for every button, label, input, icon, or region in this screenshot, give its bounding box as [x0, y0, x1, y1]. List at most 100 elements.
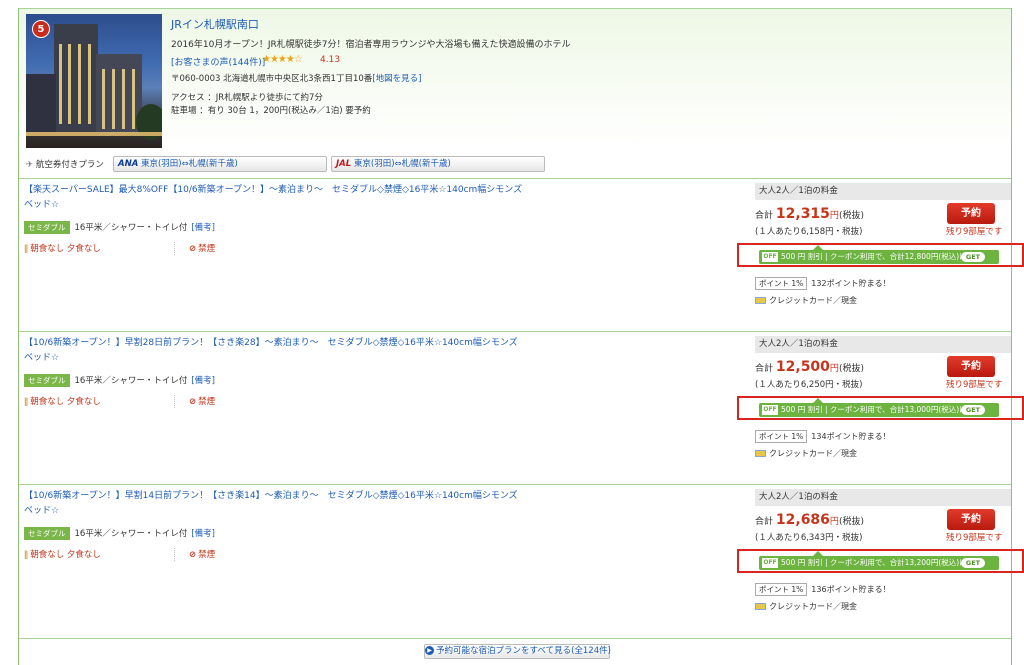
price-amount: 12,500: [775, 359, 830, 375]
hotel-header: 5 JRイン札幌駅南口 2016年10月オープン！JR札幌駅徒歩7分！宿泊者専用…: [19, 8, 1011, 178]
coupon-get-button[interactable]: GET: [961, 252, 985, 262]
ana-plan-button[interactable]: ANA 東京(羽田)⇔札幌(新千歳): [113, 156, 327, 172]
room-type-tag: セミダブル: [24, 221, 70, 234]
divider: [174, 395, 175, 408]
rank-badge: 5: [32, 20, 50, 38]
meal-text: 朝食なし 夕食なし: [30, 244, 101, 254]
meal-info: ǁ 朝食なし 夕食なし: [24, 395, 101, 407]
room-details: 16平米／シャワー・トイレ付: [74, 529, 188, 539]
ana-logo-icon: ANA: [118, 159, 139, 169]
star-rating-icon: ★★★★☆: [262, 54, 303, 65]
payment-text: クレジットカード／現金: [769, 602, 857, 611]
smoking-text: 禁煙: [198, 244, 216, 254]
coupon-text: 500 円 割引 | クーポン利用で、合計13,000円(税込)に！: [781, 405, 975, 414]
rooms-remaining: 残り9部屋です: [946, 533, 1003, 543]
arrow-right-icon: ▶: [425, 646, 434, 655]
hotel-access-info: アクセス ：JR札幌駅より徒歩にて約7分 駐車場 ：有り 30台 1，200円(…: [171, 92, 371, 118]
meal-text: 朝食なし 夕食なし: [30, 550, 101, 560]
coupon-get-button[interactable]: GET: [961, 405, 985, 415]
ana-route: 東京(羽田)⇔札幌(新千歳): [140, 159, 238, 169]
total-price: 合計 12,686円(税抜): [755, 512, 864, 528]
reserve-button[interactable]: 予約: [947, 356, 995, 377]
payment-text: クレジットカード／現金: [769, 296, 857, 305]
coupon-banner[interactable]: OFF 500 円 割引 | クーポン利用で、合計12,800円(税込)に！ GET: [759, 245, 999, 264]
coupon-banner[interactable]: OFF 500 円 割引 | クーポン利用で、合計13,000円(税込)に！ GET: [759, 398, 999, 417]
coupon-get-button[interactable]: GET: [961, 558, 985, 568]
room-info: セミダブル 16平米／シャワー・トイレ付 [備考]: [24, 221, 215, 234]
review-score: 4.13: [320, 55, 341, 65]
coupon-off-icon: OFF: [762, 252, 778, 262]
fork-knife-icon: ǁ: [24, 550, 29, 560]
notes-link[interactable]: [備考]: [191, 376, 215, 386]
room-details: 16平米／シャワー・トイレ付: [74, 223, 188, 233]
view-all-plans-button[interactable]: ▶ 予約可能な宿泊プランをすべて見る(全124件): [424, 644, 611, 659]
reserve-button[interactable]: 予約: [947, 203, 995, 224]
payment-info: クレジットカード／現金: [755, 448, 857, 459]
room-type-tag: セミダブル: [24, 527, 70, 540]
more-plans-bar: ▶ 予約可能な宿泊プランをすべて見る(全124件): [19, 638, 1011, 665]
jal-logo-icon: JAL: [336, 159, 352, 169]
coupon-text: 500 円 割引 | クーポン利用で、合計13,200円(税込)に！: [781, 558, 975, 567]
coupon-pointer: [813, 398, 823, 403]
price-amount: 12,315: [775, 206, 830, 222]
jal-route: 東京(羽田)⇔札幌(新千歳): [353, 159, 451, 169]
reserve-button[interactable]: 予約: [947, 509, 995, 530]
point-rate-tag: ポイント 1%: [755, 277, 808, 290]
notes-link[interactable]: [備考]: [191, 529, 215, 539]
meal-info: ǁ 朝食なし 夕食なし: [24, 548, 101, 560]
plan-row: 【10/6新築オープン！】早割28日前プラン！【さき楽28】～素泊まり～ セミダ…: [19, 331, 1024, 484]
hotel-address: 〒060-0003 北海道札幌市中央区北3条西1丁目10番[地図を見る]: [171, 72, 421, 84]
total-price: 合計 12,500円(税抜): [755, 359, 864, 375]
plan-row: 【10/6新築オープン！】早割14日前プラン！【さき楽14】～素泊まり～ セミダ…: [19, 484, 1024, 638]
point-rate-tag: ポイント 1%: [755, 583, 808, 596]
point-text: 134ポイント貯まる！: [811, 432, 891, 441]
total-price: 合計 12,315円(税抜): [755, 206, 864, 222]
fork-knife-icon: ǁ: [24, 244, 29, 254]
point-text: 136ポイント貯まる！: [811, 585, 891, 594]
price-amount: 12,686: [775, 512, 830, 528]
per-person-price: (１人あたり6,343円・税抜): [755, 533, 863, 543]
coupon-off-icon: OFF: [762, 405, 778, 415]
plan-title-link[interactable]: 【楽天スーパーSALE】最大8%OFF【10/6新築オープン！】～素泊まり～ セ…: [24, 183, 524, 213]
smoking-text: 禁煙: [198, 397, 216, 407]
address-text: 〒060-0003 北海道札幌市中央区北3条西1丁目10番: [171, 74, 373, 84]
no-smoking-icon: ⊘: [189, 550, 197, 560]
per-person-price: (１人あたり6,158円・税抜): [755, 227, 863, 237]
review-link[interactable]: [お客さまの声(144件)]: [171, 55, 265, 68]
rooms-remaining: 残り9部屋です: [946, 380, 1003, 390]
map-link[interactable]: [地図を見る]: [372, 74, 421, 84]
hotel-photo[interactable]: 5: [26, 14, 162, 148]
coupon-text: 500 円 割引 | クーポン利用で、合計12,800円(税込)に！: [781, 252, 975, 261]
payment-info: クレジットカード／現金: [755, 295, 857, 306]
jal-plan-button[interactable]: JAL 東京(羽田)⇔札幌(新千歳): [331, 156, 545, 172]
smoking-info: ⊘ 禁煙: [189, 242, 215, 254]
access-text: アクセス ：JR札幌駅より徒歩にて約7分: [171, 93, 323, 103]
notes-link[interactable]: [備考]: [191, 223, 215, 233]
fork-knife-icon: ǁ: [24, 397, 29, 407]
price-header: 大人2人／1泊の料金: [755, 489, 1011, 506]
plan-title-link[interactable]: 【10/6新築オープン！】早割14日前プラン！【さき楽14】～素泊まり～ セミダ…: [24, 489, 524, 519]
divider: [174, 242, 175, 255]
no-smoking-icon: ⊘: [189, 397, 197, 407]
point-info: ポイント 1% 136ポイント貯まる！: [755, 583, 891, 596]
coupon-banner[interactable]: OFF 500 円 割引 | クーポン利用で、合計13,200円(税込)に！ GET: [759, 551, 999, 570]
point-info: ポイント 1% 134ポイント貯まる！: [755, 430, 891, 443]
hotel-name-link[interactable]: JRイン札幌駅南口: [171, 16, 259, 32]
smoking-text: 禁煙: [198, 550, 216, 560]
credit-card-icon: [755, 297, 766, 304]
room-details: 16平米／シャワー・トイレ付: [74, 376, 188, 386]
point-info: ポイント 1% 132ポイント貯まる！: [755, 277, 891, 290]
meal-info: ǁ 朝食なし 夕食なし: [24, 242, 101, 254]
point-text: 132ポイント貯まる！: [811, 279, 891, 288]
plan-title-link[interactable]: 【10/6新築オープン！】早割28日前プラン！【さき楽28】～素泊まり～ セミダ…: [24, 336, 524, 366]
no-smoking-icon: ⊘: [189, 244, 197, 254]
airplane-icon: ✈: [26, 160, 34, 170]
plan-row: 【楽天スーパーSALE】最大8%OFF【10/6新築オープン！】～素泊まり～ セ…: [19, 178, 1024, 331]
per-person-price: (１人あたり6,250円・税抜): [755, 380, 863, 390]
parking-text: 駐車場 ：有り 30台 1，200円(税込み／1泊) 要予約: [171, 106, 371, 116]
divider: [174, 548, 175, 561]
point-rate-tag: ポイント 1%: [755, 430, 808, 443]
smoking-info: ⊘ 禁煙: [189, 548, 215, 560]
price-header: 大人2人／1泊の料金: [755, 183, 1011, 200]
coupon-off-icon: OFF: [762, 558, 778, 568]
